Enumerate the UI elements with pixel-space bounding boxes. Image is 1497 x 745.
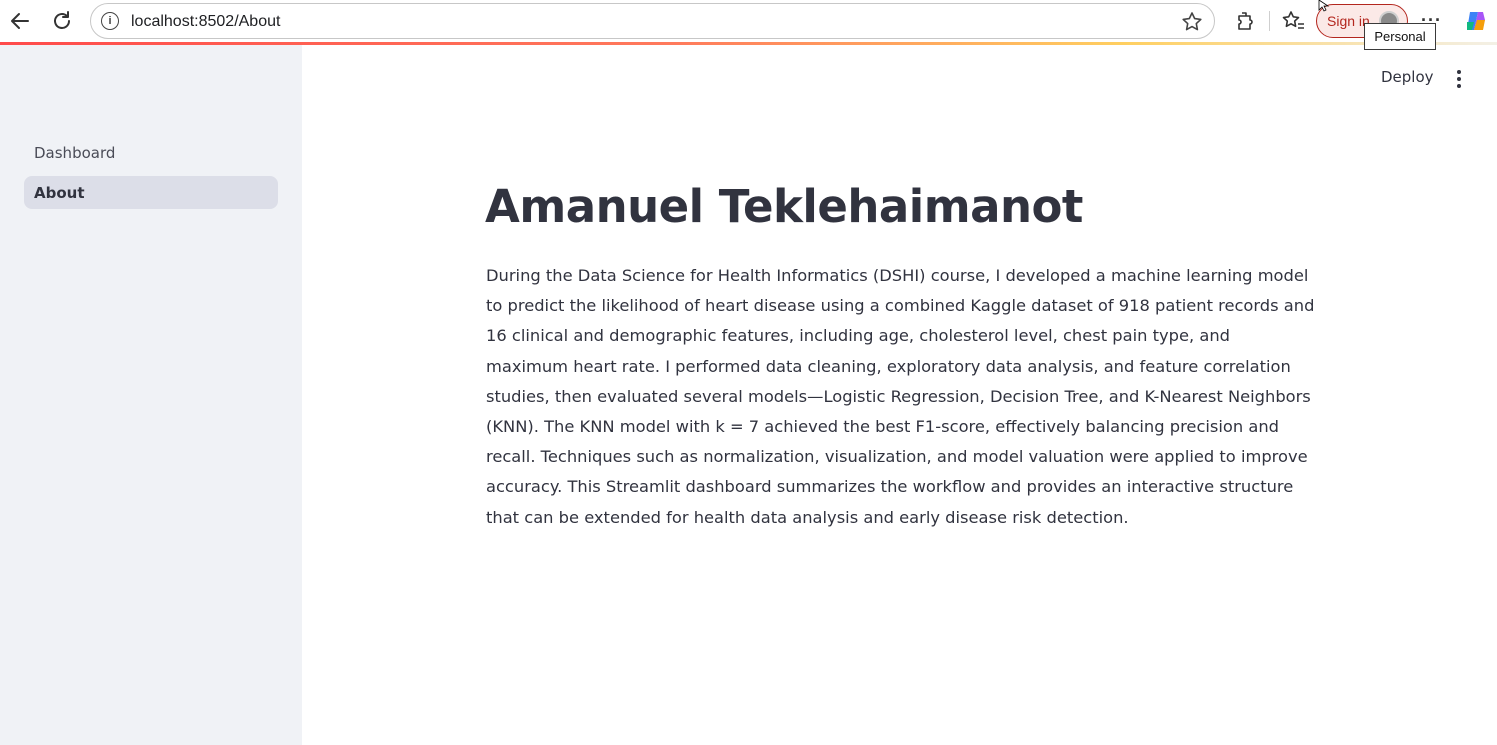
main-content: Deploy Amanuel Teklehaimanot During the …	[302, 45, 1497, 745]
sidebar-item-dashboard[interactable]: Dashboard	[24, 136, 278, 169]
toolbar-divider	[1269, 11, 1270, 31]
star-icon[interactable]	[1180, 10, 1204, 34]
mouse-cursor-icon	[1318, 0, 1330, 12]
info-icon[interactable]: i	[101, 12, 119, 30]
sidebar-item-about[interactable]: About	[24, 176, 278, 209]
sidebar-item-label: Dashboard	[34, 143, 116, 162]
browser-toolbar: i localhost:8502/About Sign in ···	[0, 0, 1497, 42]
sidebar-item-label: About	[34, 183, 85, 202]
back-arrow-icon[interactable]	[6, 7, 34, 35]
kebab-menu-icon[interactable]	[1452, 69, 1466, 89]
reload-icon[interactable]	[48, 7, 76, 35]
about-paragraph: During the Data Science for Health Infor…	[486, 266, 1315, 527]
address-bar[interactable]: i localhost:8502/About	[90, 3, 1215, 39]
page-title: Amanuel Teklehaimanot	[485, 180, 1083, 233]
deploy-button[interactable]: Deploy	[1381, 68, 1434, 86]
sidebar: Dashboard About	[0, 45, 302, 745]
profile-tooltip: Personal	[1364, 23, 1436, 50]
copilot-icon[interactable]	[1463, 8, 1489, 34]
extensions-icon[interactable]	[1232, 8, 1258, 34]
url-text[interactable]: localhost:8502/About	[131, 13, 280, 31]
favorites-icon[interactable]	[1280, 8, 1306, 34]
